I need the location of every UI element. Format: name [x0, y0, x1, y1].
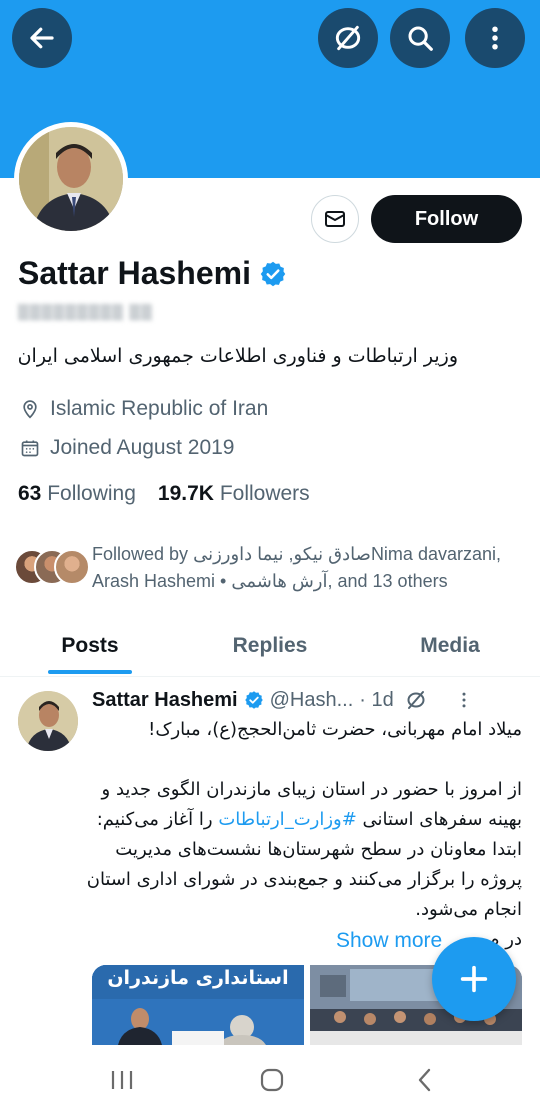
message-button[interactable] — [311, 195, 359, 243]
hide-button[interactable] — [318, 8, 378, 68]
more-button[interactable] — [465, 8, 525, 68]
calendar-icon — [21, 440, 39, 457]
follower-avatar — [54, 549, 90, 585]
post-avatar[interactable] — [18, 691, 78, 751]
post-text[interactable]: میلاد امام مهربانی، حضرت ثامن‌الحجج(ع)، … — [82, 715, 522, 955]
post-time[interactable]: · 1d — [359, 689, 393, 712]
tab-replies[interactable]: Replies — [180, 617, 360, 675]
tab-posts[interactable]: Posts — [0, 617, 180, 675]
post-handle[interactable]: @Hash... — [270, 689, 354, 712]
location-text: Islamic Republic of Iran — [50, 397, 269, 420]
handle-redacted: ▒▒▒▒▒▒▒▒▒ ▒▒ — [18, 305, 153, 321]
follow-button[interactable]: Follow — [371, 195, 522, 243]
post-hashtag[interactable]: #وزارت_ارتباطات — [218, 809, 356, 830]
arrow-left-icon — [30, 27, 54, 49]
followers-link[interactable]: 19.7K Followers — [158, 482, 310, 506]
following-label: Following — [47, 482, 136, 505]
envelope-icon — [325, 211, 345, 227]
android-nav-bar — [0, 1045, 540, 1115]
eye-slash-icon — [335, 25, 361, 51]
search-button[interactable] — [390, 8, 450, 68]
following-count: 63 — [18, 482, 42, 505]
profile-bio: وزیر ارتباطات و فناوری اطلاعات جمهوری اس… — [17, 345, 458, 367]
show-more-link[interactable]: Show more — [336, 929, 442, 953]
profile-stats: 63 Following 19.7K Followers — [18, 482, 310, 506]
profile-location: Islamic Republic of Iran — [20, 397, 268, 421]
followed-by-line: Arash Hashemi • آرش هاشمی, and 13 others — [92, 571, 448, 591]
recents-button[interactable] — [102, 1065, 142, 1095]
followers-label: Followers — [219, 482, 310, 505]
grok-icon[interactable] — [404, 688, 428, 712]
joined-text: Joined August 2019 — [50, 436, 235, 459]
location-pin-icon — [23, 400, 37, 419]
back-button[interactable] — [12, 8, 72, 68]
profile-name-text: Sattar Hashemi — [18, 255, 251, 291]
post-line: میلاد امام مهربانی، حضرت ثامن‌الحجج(ع)، … — [148, 719, 522, 740]
home-icon — [260, 1068, 284, 1092]
avatar-photo — [19, 127, 123, 231]
post-more-icon[interactable] — [454, 690, 474, 710]
verified-badge-icon — [244, 691, 263, 709]
more-vertical-icon — [492, 26, 498, 50]
following-link[interactable]: 63 Following — [18, 482, 136, 506]
compose-button[interactable] — [432, 937, 516, 1021]
followers-count: 19.7K — [157, 482, 214, 505]
followed-by[interactable]: Followed by صادق نیکو, نیما داورزنیNima … — [14, 541, 534, 597]
nav-back-button[interactable] — [405, 1065, 445, 1095]
post-header: Sattar Hashemi @Hash... · 1d — [92, 688, 474, 712]
followed-by-text: Followed by صادق نیکو, نیما داورزنیNima … — [92, 541, 532, 595]
active-tab-indicator — [48, 670, 132, 674]
profile-joined: Joined August 2019 — [20, 436, 235, 460]
plus-icon — [460, 965, 488, 993]
post-paragraph: از امروز با حضور در استان زیبای مازندران… — [82, 775, 522, 925]
recents-icon — [111, 1071, 133, 1089]
verified-badge-icon — [260, 261, 286, 286]
media-caption: استانداری مازندران — [107, 967, 289, 989]
tab-media[interactable]: Media — [360, 617, 540, 675]
post-media-image[interactable]: استانداری مازندران — [92, 965, 304, 1045]
home-button[interactable] — [252, 1065, 292, 1095]
nav-back-icon — [418, 1068, 431, 1092]
followed-by-line: Followed by صادق نیکو, نیما داورزنیNima … — [92, 544, 501, 564]
profile-name: Sattar Hashemi — [18, 255, 287, 292]
search-icon — [408, 26, 433, 51]
profile-avatar[interactable] — [14, 122, 128, 236]
post-author[interactable]: Sattar Hashemi — [92, 689, 238, 712]
profile-tabs: Posts Replies Media — [0, 617, 540, 677]
